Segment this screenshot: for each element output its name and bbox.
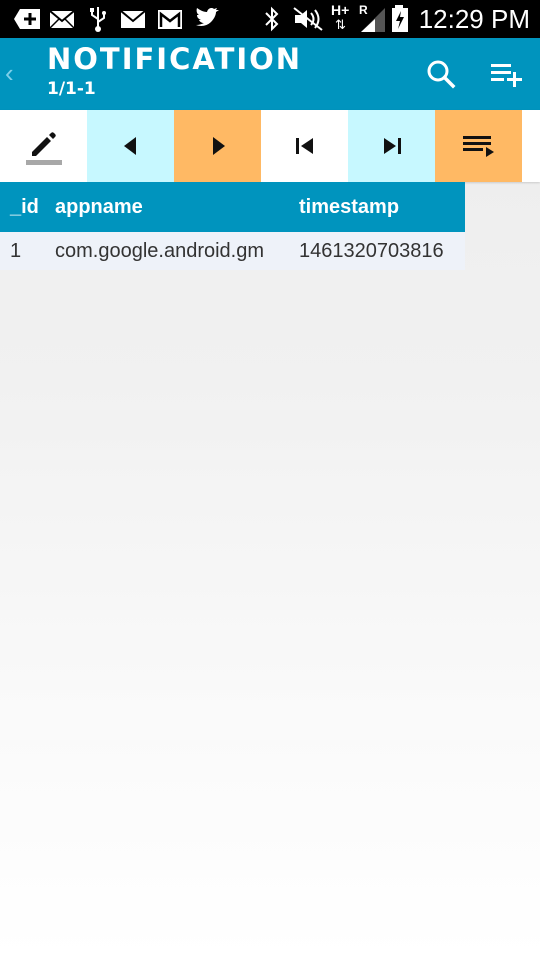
- clock: 12:29 PM: [418, 4, 530, 34]
- record-toolbar: [0, 110, 540, 182]
- cell-id: 1: [0, 232, 45, 270]
- page-title: NOTIFICATION: [47, 42, 303, 76]
- table-row[interactable]: 1 com.google.android.gm 1461320703816: [0, 232, 465, 270]
- cell-timestamp: 1461320703816: [289, 232, 465, 270]
- add-to-list-button[interactable]: [488, 56, 524, 92]
- cell-appname: com.google.android.gm: [45, 232, 289, 270]
- action-bar: ‹ NOTIFICATION 1/1-1: [0, 38, 540, 110]
- bluetooth-icon: [265, 6, 279, 32]
- status-bar: H+ ⇅ R 12:29 PM: [0, 0, 540, 38]
- skip-first-icon: [295, 138, 313, 154]
- battery-charging-icon: [392, 5, 408, 32]
- network-label: H+: [331, 2, 350, 18]
- triangle-left-icon: [123, 137, 136, 155]
- gmail-icon: [158, 10, 182, 29]
- previous-button[interactable]: [87, 110, 174, 182]
- mute-icon: [293, 7, 323, 31]
- page-subtitle: 1/1-1: [47, 79, 96, 99]
- data-hplus-icon: H+ ⇅: [331, 2, 350, 32]
- last-button[interactable]: [348, 110, 435, 182]
- pencil-icon: [25, 132, 62, 165]
- next-button[interactable]: [174, 110, 261, 182]
- column-header-id[interactable]: _id: [0, 182, 45, 232]
- first-button[interactable]: [261, 110, 348, 182]
- add-icon: [14, 9, 40, 29]
- search-button[interactable]: [423, 56, 459, 92]
- column-header-timestamp[interactable]: timestamp: [289, 182, 465, 232]
- usb-icon: [90, 7, 106, 32]
- list-button[interactable]: [435, 110, 522, 182]
- twitter-icon: [196, 8, 219, 26]
- mail-icon: [120, 10, 146, 28]
- mail-icon: [49, 10, 75, 29]
- signal-icon: R: [357, 4, 387, 34]
- edit-button[interactable]: [0, 110, 87, 182]
- column-header-appname[interactable]: appname: [45, 182, 289, 232]
- search-icon: [427, 60, 456, 89]
- table-header-row: _id appname timestamp: [0, 182, 465, 232]
- triangle-right-icon: [212, 137, 225, 155]
- data-table: _id appname timestamp 1 com.google.andro…: [0, 182, 465, 270]
- playlist-play-icon: [462, 136, 494, 157]
- skip-last-icon: [383, 138, 401, 154]
- chevron-left-icon[interactable]: ‹: [5, 58, 14, 88]
- playlist-add-icon: [491, 64, 522, 87]
